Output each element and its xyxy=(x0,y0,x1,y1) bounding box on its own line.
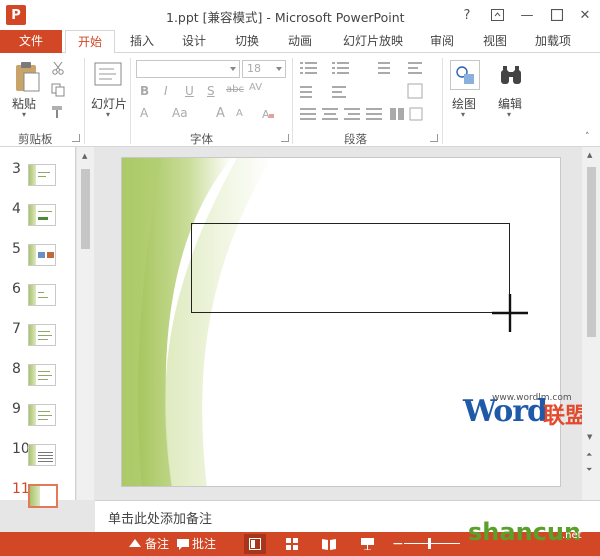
reading-view-icon[interactable] xyxy=(322,537,336,551)
slide-number: 6 xyxy=(12,281,21,297)
slide-thumbnail-active[interactable] xyxy=(28,484,58,508)
group-divider xyxy=(442,58,443,144)
slide-thumbnail[interactable] xyxy=(28,204,56,226)
change-case-button[interactable]: Aa xyxy=(172,106,188,120)
tab-transitions[interactable]: 切换 xyxy=(235,30,259,53)
help-button[interactable]: ? xyxy=(456,5,478,25)
group-divider xyxy=(84,58,85,144)
watermark-site-suffix: .net xyxy=(562,530,582,541)
drawn-textbox[interactable] xyxy=(191,223,510,313)
scroll-down-icon[interactable]: ▼ xyxy=(587,433,592,441)
slide-thumbnail[interactable] xyxy=(28,284,56,306)
slide-thumbnail[interactable] xyxy=(28,444,56,466)
comments-icon[interactable] xyxy=(176,537,190,551)
slide-thumbnail[interactable] xyxy=(28,404,56,426)
font-color-button[interactable]: A xyxy=(140,106,148,120)
paragraph-group-label: 段落 xyxy=(344,132,367,146)
zoom-slider-track[interactable] xyxy=(404,543,460,544)
format-painter-icon[interactable] xyxy=(50,104,66,120)
scroll-thumb[interactable] xyxy=(81,169,90,249)
crosshair-cursor-icon xyxy=(492,294,528,332)
slide-thumbnail[interactable] xyxy=(28,244,56,266)
slideshow-view-icon[interactable] xyxy=(360,537,374,551)
clipboard-launcher-icon[interactable] xyxy=(72,134,80,142)
cut-icon[interactable] xyxy=(50,60,66,76)
slide-thumbnail[interactable] xyxy=(28,364,56,386)
font-group-label: 字体 xyxy=(190,132,213,146)
scroll-up-icon[interactable]: ▲ xyxy=(587,151,592,159)
editing-dropdown-icon[interactable]: ▾ xyxy=(507,110,511,119)
tab-insert[interactable]: 插入 xyxy=(130,30,154,53)
chevron-down-icon xyxy=(230,67,236,71)
ribbon-display-options-icon[interactable] xyxy=(486,5,508,25)
paste-dropdown-icon[interactable]: ▾ xyxy=(22,110,26,119)
group-divider xyxy=(292,58,293,144)
thumbnail-scrollbar[interactable]: ▲ xyxy=(77,147,94,500)
collapse-ribbon-icon[interactable]: ˄ xyxy=(585,132,590,142)
shadow-button[interactable]: S xyxy=(207,84,215,98)
slide-thumbnail[interactable] xyxy=(28,164,56,186)
copy-icon[interactable] xyxy=(50,82,66,98)
slide-number: 5 xyxy=(12,241,21,257)
powerpoint-logo[interactable]: P xyxy=(6,5,26,25)
minimize-button[interactable]: — xyxy=(516,5,538,25)
slide-thumbnail[interactable] xyxy=(28,324,56,346)
tab-design[interactable]: 设计 xyxy=(182,30,206,53)
tab-slideshow[interactable]: 幻灯片放映 xyxy=(343,30,403,53)
slide-number: 9 xyxy=(12,401,21,417)
slide-number: 7 xyxy=(12,321,21,337)
font-name-dropdown[interactable] xyxy=(136,60,240,78)
paragraph-launcher-icon[interactable] xyxy=(430,134,438,142)
char-spacing-button[interactable]: AV xyxy=(249,82,262,93)
find-binoculars-icon[interactable] xyxy=(496,60,526,90)
slide-number: 3 xyxy=(12,161,21,177)
comments-button[interactable]: 批注 xyxy=(192,532,216,556)
font-size-dropdown[interactable]: 18 xyxy=(242,60,286,78)
tab-view[interactable]: 视图 xyxy=(483,30,507,53)
paste-icon[interactable] xyxy=(12,60,42,94)
tab-review[interactable]: 审阅 xyxy=(430,30,454,53)
bold-button[interactable]: B xyxy=(140,84,149,98)
watermark-brand-word: Word xyxy=(463,394,548,429)
normal-view-icon xyxy=(248,537,262,551)
chevron-down-icon xyxy=(276,67,282,71)
notes-placeholder[interactable]: 单击此处添加备注 xyxy=(108,508,212,527)
slide-number: 4 xyxy=(12,201,21,217)
scroll-up-icon[interactable]: ▲ xyxy=(82,152,87,160)
zoom-slider-thumb[interactable] xyxy=(428,538,431,549)
previous-slide-icon[interactable]: ⏶ xyxy=(586,450,592,460)
slide-scrollbar[interactable]: ▲ ▼ ⏶ ⏷ xyxy=(582,147,600,500)
paragraph-controls-icon[interactable] xyxy=(298,60,438,122)
window-title: 1.ppt [兼容模式] - Microsoft PowerPoint xyxy=(166,10,405,25)
svg-text:A: A xyxy=(262,108,270,120)
tab-home[interactable]: 开始 xyxy=(65,30,115,54)
close-button[interactable]: ✕ xyxy=(574,5,596,25)
notes-icon[interactable] xyxy=(128,537,142,551)
drawing-dropdown-icon[interactable]: ▾ xyxy=(461,110,465,119)
next-slide-icon[interactable]: ⏷ xyxy=(586,465,592,475)
underline-button[interactable]: U xyxy=(185,84,194,98)
new-slide-icon[interactable] xyxy=(93,60,123,90)
scroll-thumb[interactable] xyxy=(587,167,596,337)
tab-addins[interactable]: 加载项 xyxy=(535,30,571,53)
font-size-value: 18 xyxy=(247,62,261,75)
slide-number: 8 xyxy=(12,361,21,377)
slide-sorter-icon[interactable] xyxy=(285,537,299,551)
shrink-font-button[interactable]: A xyxy=(236,108,243,119)
strikethrough-button[interactable]: abc xyxy=(226,84,244,95)
clipboard-group-label: 剪贴板 xyxy=(18,132,53,146)
tab-file[interactable]: 文件 xyxy=(0,30,62,53)
group-divider xyxy=(130,58,131,144)
zoom-out-button[interactable]: − xyxy=(392,532,404,556)
italic-button[interactable]: I xyxy=(164,84,168,98)
font-launcher-icon[interactable] xyxy=(281,134,289,142)
new-slide-dropdown-icon[interactable]: ▾ xyxy=(106,110,110,119)
watermark-brand-cn: 联盟 xyxy=(543,404,588,429)
drawing-shapes-icon[interactable] xyxy=(450,60,480,90)
maximize-icon[interactable] xyxy=(546,5,568,25)
clear-formatting-icon[interactable]: A xyxy=(260,106,276,120)
notes-button[interactable]: 备注 xyxy=(145,532,169,556)
grow-font-button[interactable]: A xyxy=(216,106,225,121)
tab-animations[interactable]: 动画 xyxy=(288,30,312,53)
